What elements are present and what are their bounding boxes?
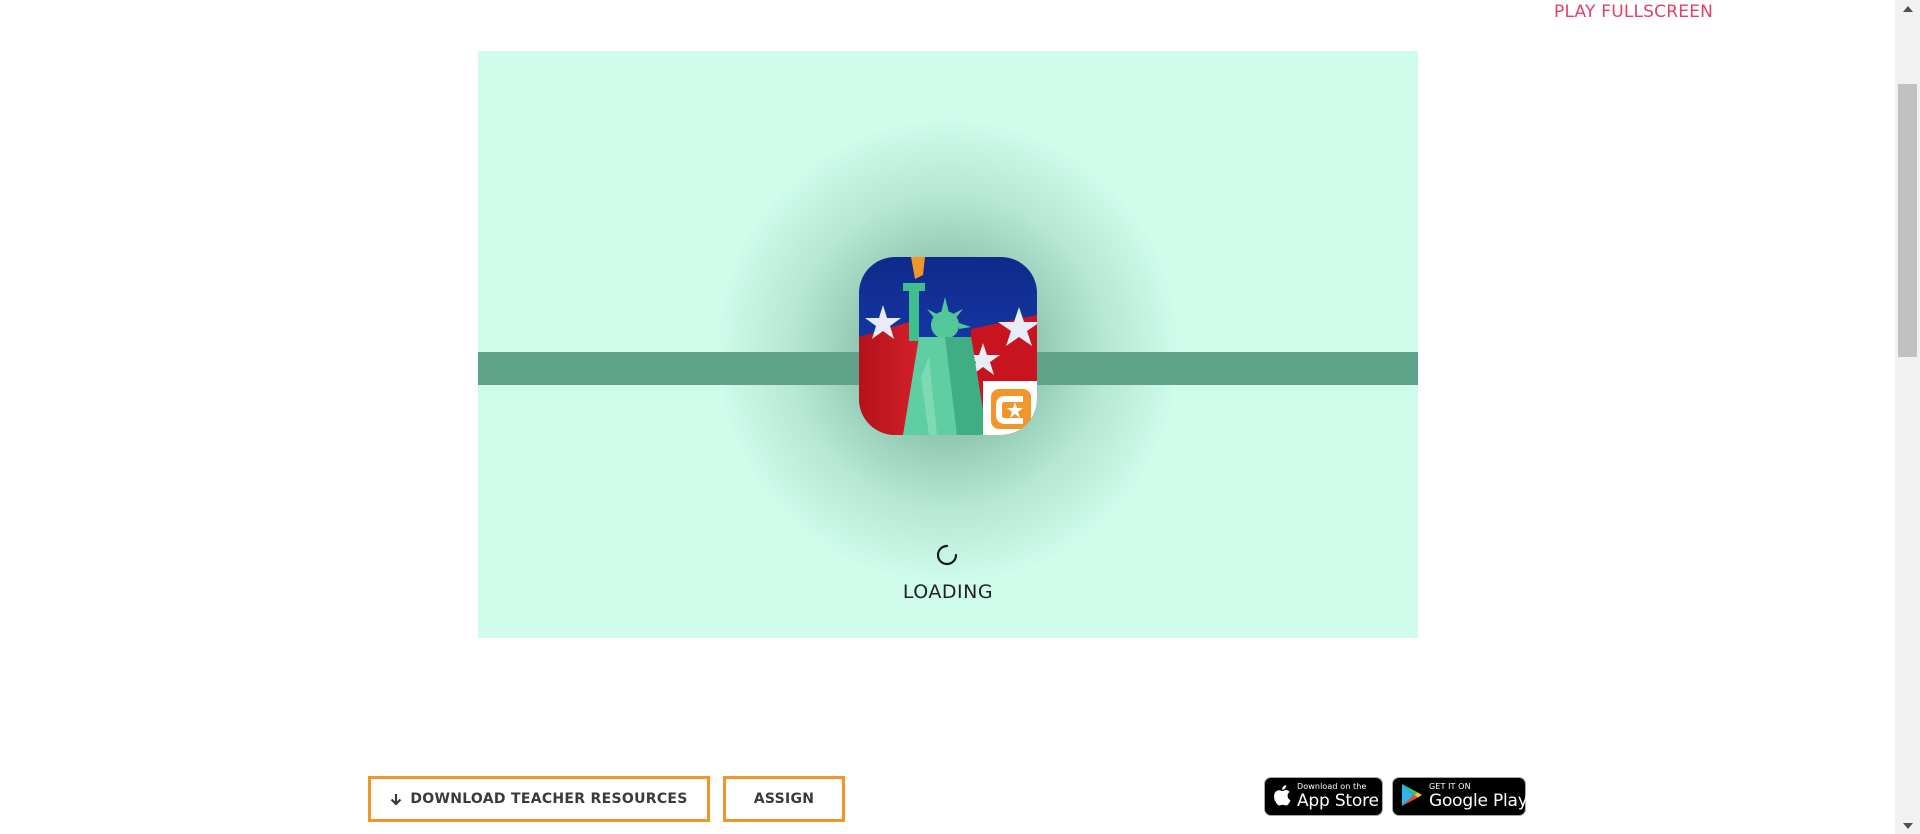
download-teacher-resources-button[interactable]: DOWNLOAD TEACHER RESOURCES: [368, 776, 710, 822]
scrollbar-thumb[interactable]: [1898, 84, 1917, 357]
app-store-small-text: Download on the: [1297, 782, 1367, 791]
play-fullscreen-link[interactable]: PLAY FULLSCREEN: [1554, 2, 1713, 22]
google-play-big-text: Google Play: [1429, 791, 1528, 811]
google-play-small-text: GET IT ON: [1429, 782, 1471, 791]
download-button-label: DOWNLOAD TEACHER RESOURCES: [410, 791, 688, 807]
loading-label: LOADING: [902, 581, 994, 603]
statue-of-liberty-app-icon: [859, 257, 1037, 435]
scroll-up-icon[interactable]: [1895, 0, 1920, 17]
assign-button[interactable]: ASSIGN: [723, 776, 845, 822]
app-store-badge[interactable]: Download on the App Store: [1264, 777, 1383, 816]
page-scrollbar[interactable]: [1895, 0, 1920, 834]
google-play-badge[interactable]: GET IT ON Google Play: [1392, 777, 1528, 816]
game-frame[interactable]: LOADING: [478, 51, 1418, 638]
assign-button-label: ASSIGN: [753, 791, 815, 807]
app-store-big-text: App Store: [1297, 791, 1379, 811]
download-arrow-icon: [390, 793, 402, 806]
scroll-down-icon[interactable]: [1895, 817, 1920, 834]
apple-icon: [1273, 784, 1291, 810]
loading-spinner-icon: [935, 543, 959, 567]
google-play-icon: [1401, 783, 1423, 811]
